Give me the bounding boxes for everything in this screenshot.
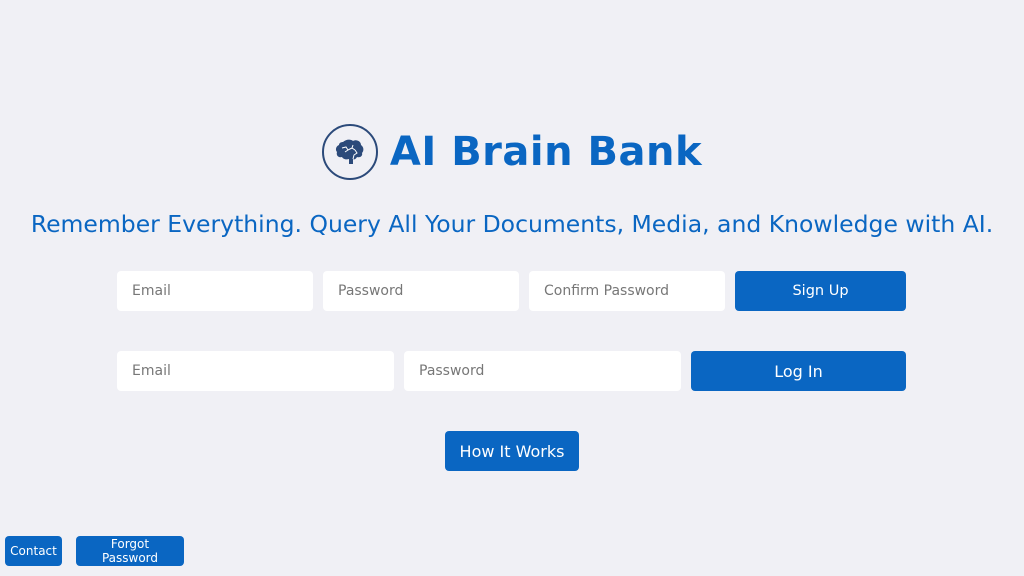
sign-up-button[interactable]: Sign Up bbox=[735, 271, 906, 311]
signup-password-input[interactable] bbox=[323, 271, 519, 311]
how-it-works-button[interactable]: How It Works bbox=[445, 431, 579, 471]
signup-form: Sign Up bbox=[117, 271, 907, 311]
forgot-password-button[interactable]: Forgot Password bbox=[76, 536, 184, 566]
contact-button[interactable]: Contact bbox=[5, 536, 62, 566]
login-email-input[interactable] bbox=[117, 351, 394, 391]
signup-confirm-password-input[interactable] bbox=[529, 271, 725, 311]
login-form: Log In bbox=[117, 351, 907, 391]
brain-icon bbox=[321, 124, 378, 180]
brand-header: AI Brain Bank bbox=[0, 122, 1024, 182]
log-in-button[interactable]: Log In bbox=[691, 351, 906, 391]
signup-email-input[interactable] bbox=[117, 271, 313, 311]
landing-page: AI Brain Bank Remember Everything. Query… bbox=[0, 0, 1024, 576]
app-title: AI Brain Bank bbox=[389, 129, 703, 175]
login-password-input[interactable] bbox=[404, 351, 681, 391]
tagline: Remember Everything. Query All Your Docu… bbox=[30, 210, 994, 238]
